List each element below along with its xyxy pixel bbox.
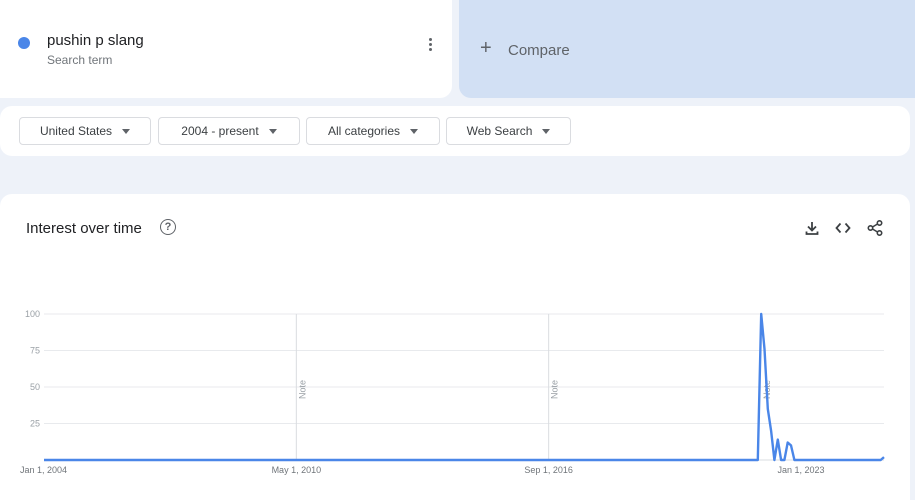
category-filter[interactable]: All categories bbox=[306, 117, 440, 145]
more-options-icon[interactable] bbox=[420, 38, 440, 58]
search-type-filter[interactable]: Web Search bbox=[446, 117, 571, 145]
dropdown-caret-icon bbox=[268, 128, 277, 134]
y-tick-label: 25 bbox=[30, 419, 40, 429]
category-filter-label: All categories bbox=[327, 124, 401, 138]
search-type-filter-label: Web Search bbox=[466, 124, 533, 138]
plus-icon: + bbox=[480, 37, 492, 59]
note-label: Note bbox=[550, 380, 560, 399]
y-tick-label: 100 bbox=[25, 309, 40, 319]
compare-label: Compare bbox=[508, 42, 570, 59]
y-tick-label: 50 bbox=[30, 382, 40, 392]
region-filter[interactable]: United States bbox=[19, 117, 151, 145]
y-tick-label: 75 bbox=[30, 346, 40, 356]
dropdown-caret-icon bbox=[410, 128, 419, 134]
filter-bar: United States 2004 - present All categor… bbox=[0, 106, 910, 156]
series-color-dot bbox=[18, 37, 30, 49]
x-tick-label: Jan 1, 2004 bbox=[20, 465, 67, 475]
chart-notes: Note Note Note bbox=[297, 380, 772, 399]
region-filter-label: United States bbox=[39, 124, 113, 138]
compare-button[interactable]: + Compare bbox=[459, 0, 915, 98]
note-label: Note bbox=[297, 380, 307, 399]
interest-chart[interactable]: Note Note Note 255075100Jan 1, 2004 May 1, … bbox=[0, 194, 910, 500]
search-term-subtitle: Search term bbox=[47, 53, 113, 67]
search-term-name[interactable]: pushin p slang bbox=[47, 32, 144, 49]
time-range-filter-label: 2004 - present bbox=[181, 124, 259, 138]
x-tick-label: Sep 1, 2016 bbox=[524, 465, 573, 475]
interest-over-time-card: Interest over time ? Note Note Note 25 50 75… bbox=[0, 194, 910, 500]
time-range-filter[interactable]: 2004 - present bbox=[158, 117, 300, 145]
dropdown-caret-icon bbox=[542, 128, 551, 134]
chart-axis-ticks: 25 50 75 100 Jan 1, 2004 May 1, 2010 Sep 1, 20… bbox=[20, 309, 825, 475]
dropdown-caret-icon bbox=[122, 128, 131, 134]
x-tick-label: May 1, 2010 bbox=[272, 465, 322, 475]
search-term-card[interactable]: pushin p slang Search term bbox=[0, 0, 452, 98]
x-tick-label: Jan 1, 2023 bbox=[777, 465, 824, 475]
